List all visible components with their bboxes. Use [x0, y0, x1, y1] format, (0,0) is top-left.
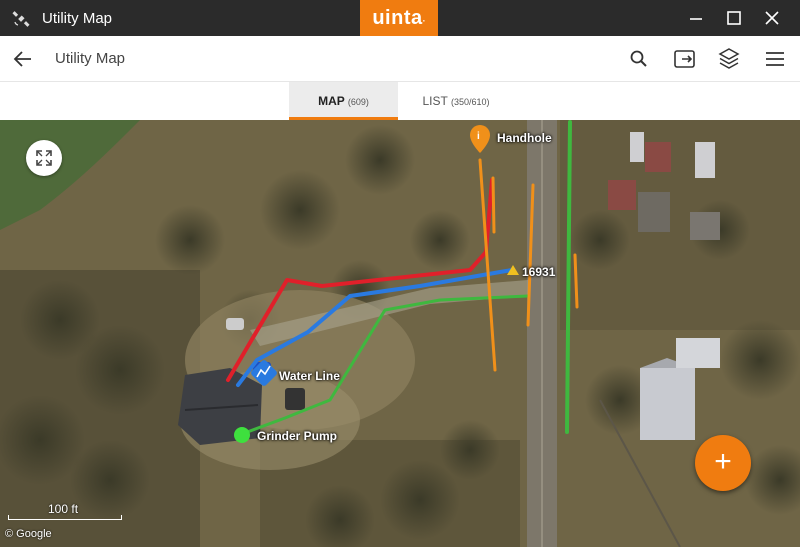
minimize-button[interactable]	[676, 0, 716, 36]
svg-text:i: i	[477, 131, 480, 142]
scale-label: 100 ft	[48, 502, 79, 516]
satellite-icon	[12, 11, 30, 27]
map-attribution: © Google	[5, 528, 52, 540]
tab-list-count: (350/610)	[450, 97, 490, 107]
satellite-imagery: i	[0, 120, 800, 547]
map-view[interactable]: i Handhole 16931 Water Line Grinder Pump…	[0, 120, 800, 547]
window-titlebar: Utility Map uinta.	[0, 0, 800, 36]
hamburger-icon[interactable]	[762, 46, 788, 72]
maximize-button[interactable]	[714, 0, 754, 36]
handhole-label[interactable]: Handhole	[497, 131, 552, 145]
map-scale-bar: 100 ft	[8, 500, 122, 520]
close-button[interactable]	[752, 0, 792, 36]
arrow-left-icon[interactable]	[12, 48, 34, 70]
layers-icon[interactable]	[716, 46, 742, 72]
tab-map[interactable]: MAP (609)	[289, 82, 398, 120]
window-title: Utility Map	[42, 10, 113, 27]
water-line-label[interactable]: Water Line	[279, 369, 340, 383]
brand-logo: uinta.	[360, 0, 438, 36]
plus-icon: +	[714, 445, 732, 478]
add-feature-button[interactable]: +	[695, 435, 751, 491]
search-icon[interactable]	[626, 46, 652, 72]
app-header: Utility Map	[0, 36, 800, 82]
grinder-pump-label[interactable]: Grinder Pump	[257, 429, 337, 443]
close-icon	[765, 11, 779, 25]
fullscreen-button[interactable]	[26, 140, 62, 176]
expand-icon	[36, 150, 52, 166]
page-title: Utility Map	[55, 50, 126, 67]
grinder-pump-marker	[234, 427, 250, 443]
orange-line-3	[491, 176, 496, 234]
tab-list[interactable]: LIST (350/610)	[398, 82, 514, 120]
scale-bar-line	[8, 515, 122, 520]
node-label[interactable]: 16931	[522, 265, 555, 279]
tab-map-count: (609)	[347, 97, 369, 107]
export-icon[interactable]	[672, 46, 698, 72]
minimize-icon	[690, 18, 702, 20]
maximize-icon	[727, 11, 741, 25]
orange-line-4	[573, 253, 579, 309]
tab-bar: MAP (609) LIST (350/610)	[0, 82, 800, 120]
